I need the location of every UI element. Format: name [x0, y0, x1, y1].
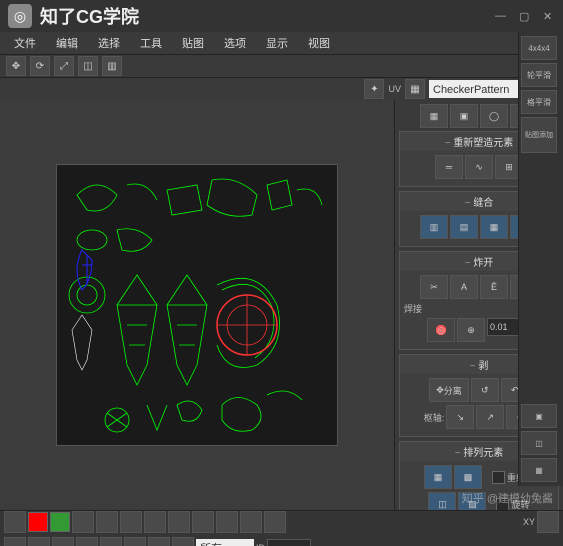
quick-box-icon[interactable]: ▣ — [450, 104, 478, 128]
weld-sel-icon[interactable]: ⊕ — [457, 318, 485, 342]
uv-bar: ✦ UV ▦ CheckerPattern （棋盘 — [0, 78, 563, 100]
peel-reset-icon[interactable]: ↺ — [471, 378, 499, 402]
stitch-3-icon[interactable]: ▦ — [480, 215, 508, 239]
b2-8[interactable] — [172, 537, 194, 546]
pivot-2-icon[interactable]: ↗ — [476, 405, 504, 429]
pack-1-icon[interactable]: ▦ — [424, 465, 452, 489]
minimize-button[interactable]: — — [495, 10, 507, 22]
detach-button[interactable]: ✥ 分离 — [429, 378, 469, 402]
uv-viewport[interactable] — [0, 100, 394, 510]
pack-3-icon[interactable]: ◫ — [428, 492, 456, 510]
pack-2-icon[interactable]: ▩ — [454, 465, 482, 489]
scale-tool[interactable]: ⤢ — [54, 56, 74, 76]
weld-target-icon[interactable]: ◎ — [427, 318, 455, 342]
quick-cyl-icon[interactable]: ◯ — [480, 104, 508, 128]
b2-7[interactable] — [148, 537, 170, 546]
r-tool-1[interactable]: ▣ — [521, 404, 557, 428]
menu-file[interactable]: 文件 — [6, 33, 44, 53]
sel-face-icon[interactable] — [96, 511, 118, 533]
b2-5[interactable] — [100, 537, 122, 546]
uv-label: UV — [388, 84, 401, 94]
uv-canvas[interactable] — [56, 164, 338, 446]
loop-icon[interactable] — [240, 511, 262, 533]
menu-edit[interactable]: 编辑 — [48, 33, 86, 53]
quick-planar-icon[interactable]: ▦ — [420, 104, 448, 128]
r-1[interactable]: 4x4x4 — [521, 36, 557, 60]
menu-view[interactable]: 视图 — [300, 33, 338, 53]
menu-options[interactable]: 选项 — [216, 33, 254, 53]
ring-icon[interactable] — [264, 511, 286, 533]
soft-sel-icon[interactable] — [144, 511, 166, 533]
sel-vert-icon[interactable] — [4, 511, 26, 533]
pivot-1-icon[interactable]: ↘ — [446, 405, 474, 429]
stitch-2-icon[interactable]: ▤ — [450, 215, 478, 239]
right-strip: 4x4x4 轮平滑 格平滑 贴图添加 ▣ ◫ ▦ — [518, 32, 563, 486]
bottom-toolbar: XY 所有 ID — [0, 510, 563, 546]
id-spinner[interactable] — [267, 539, 311, 546]
b2-4[interactable] — [76, 537, 98, 546]
sel-edge-icon[interactable] — [72, 511, 94, 533]
straighten-icon[interactable]: ═ — [435, 155, 463, 179]
break-icon[interactable]: ✂ — [420, 275, 448, 299]
maximize-button[interactable]: ▢ — [519, 10, 531, 22]
freeform-tool[interactable]: ◫ — [78, 56, 98, 76]
pivot-label: 枢轴: — [424, 411, 445, 424]
mirror-tool[interactable]: ▥ — [102, 56, 122, 76]
r-tool-2[interactable]: ◫ — [521, 431, 557, 455]
xy-label: XY — [523, 517, 535, 527]
grid-icon[interactable]: ▦ — [405, 79, 425, 99]
b2-6[interactable] — [124, 537, 146, 546]
r-2[interactable]: 轮平滑 — [521, 63, 557, 87]
explode-a-icon[interactable]: A — [450, 275, 478, 299]
menu-display[interactable]: 显示 — [258, 33, 296, 53]
b2-3[interactable] — [52, 537, 74, 546]
filter-all[interactable]: 所有 — [196, 539, 254, 546]
menu-mapping[interactable]: 贴图 — [174, 33, 212, 53]
explode-e-icon[interactable]: Ē — [480, 275, 508, 299]
move-tool[interactable]: ✥ — [6, 56, 26, 76]
rescale-check[interactable] — [492, 471, 505, 484]
close-button[interactable]: ✕ — [543, 10, 555, 22]
rotate-tool[interactable]: ⟳ — [30, 56, 50, 76]
r-tool-3[interactable]: ▦ — [521, 458, 557, 482]
shrink-icon[interactable] — [216, 511, 238, 533]
menu-bar: 文件 编辑 选择 工具 贴图 选项 显示 视图 — [0, 32, 563, 55]
watermark: 知乎 @建模幼兔酱 — [462, 490, 553, 506]
sel-elem-icon[interactable] — [120, 511, 142, 533]
relax-icon[interactable]: ∿ — [465, 155, 493, 179]
grow-icon[interactable] — [192, 511, 214, 533]
r-4[interactable]: 贴图添加 — [521, 117, 557, 153]
color-red[interactable] — [28, 512, 48, 532]
b2-1[interactable] — [4, 537, 26, 546]
xy-icon[interactable] — [537, 511, 559, 533]
weld-label: 焊接 — [404, 302, 422, 315]
menu-tools[interactable]: 工具 — [132, 33, 170, 53]
option-icon[interactable]: ✦ — [364, 79, 384, 99]
menu-select[interactable]: 选择 — [90, 33, 128, 53]
app-title: 知了CG学院 — [40, 3, 139, 29]
stitch-1-icon[interactable]: ▥ — [420, 215, 448, 239]
toolbar: ✥ ⟳ ⤢ ◫ ▥ — [0, 55, 563, 78]
b2-2[interactable] — [28, 537, 50, 546]
paint-sel-icon[interactable] — [168, 511, 190, 533]
app-logo: ◎ — [8, 4, 32, 28]
color-green[interactable] — [50, 512, 70, 532]
r-3[interactable]: 格平滑 — [521, 90, 557, 114]
